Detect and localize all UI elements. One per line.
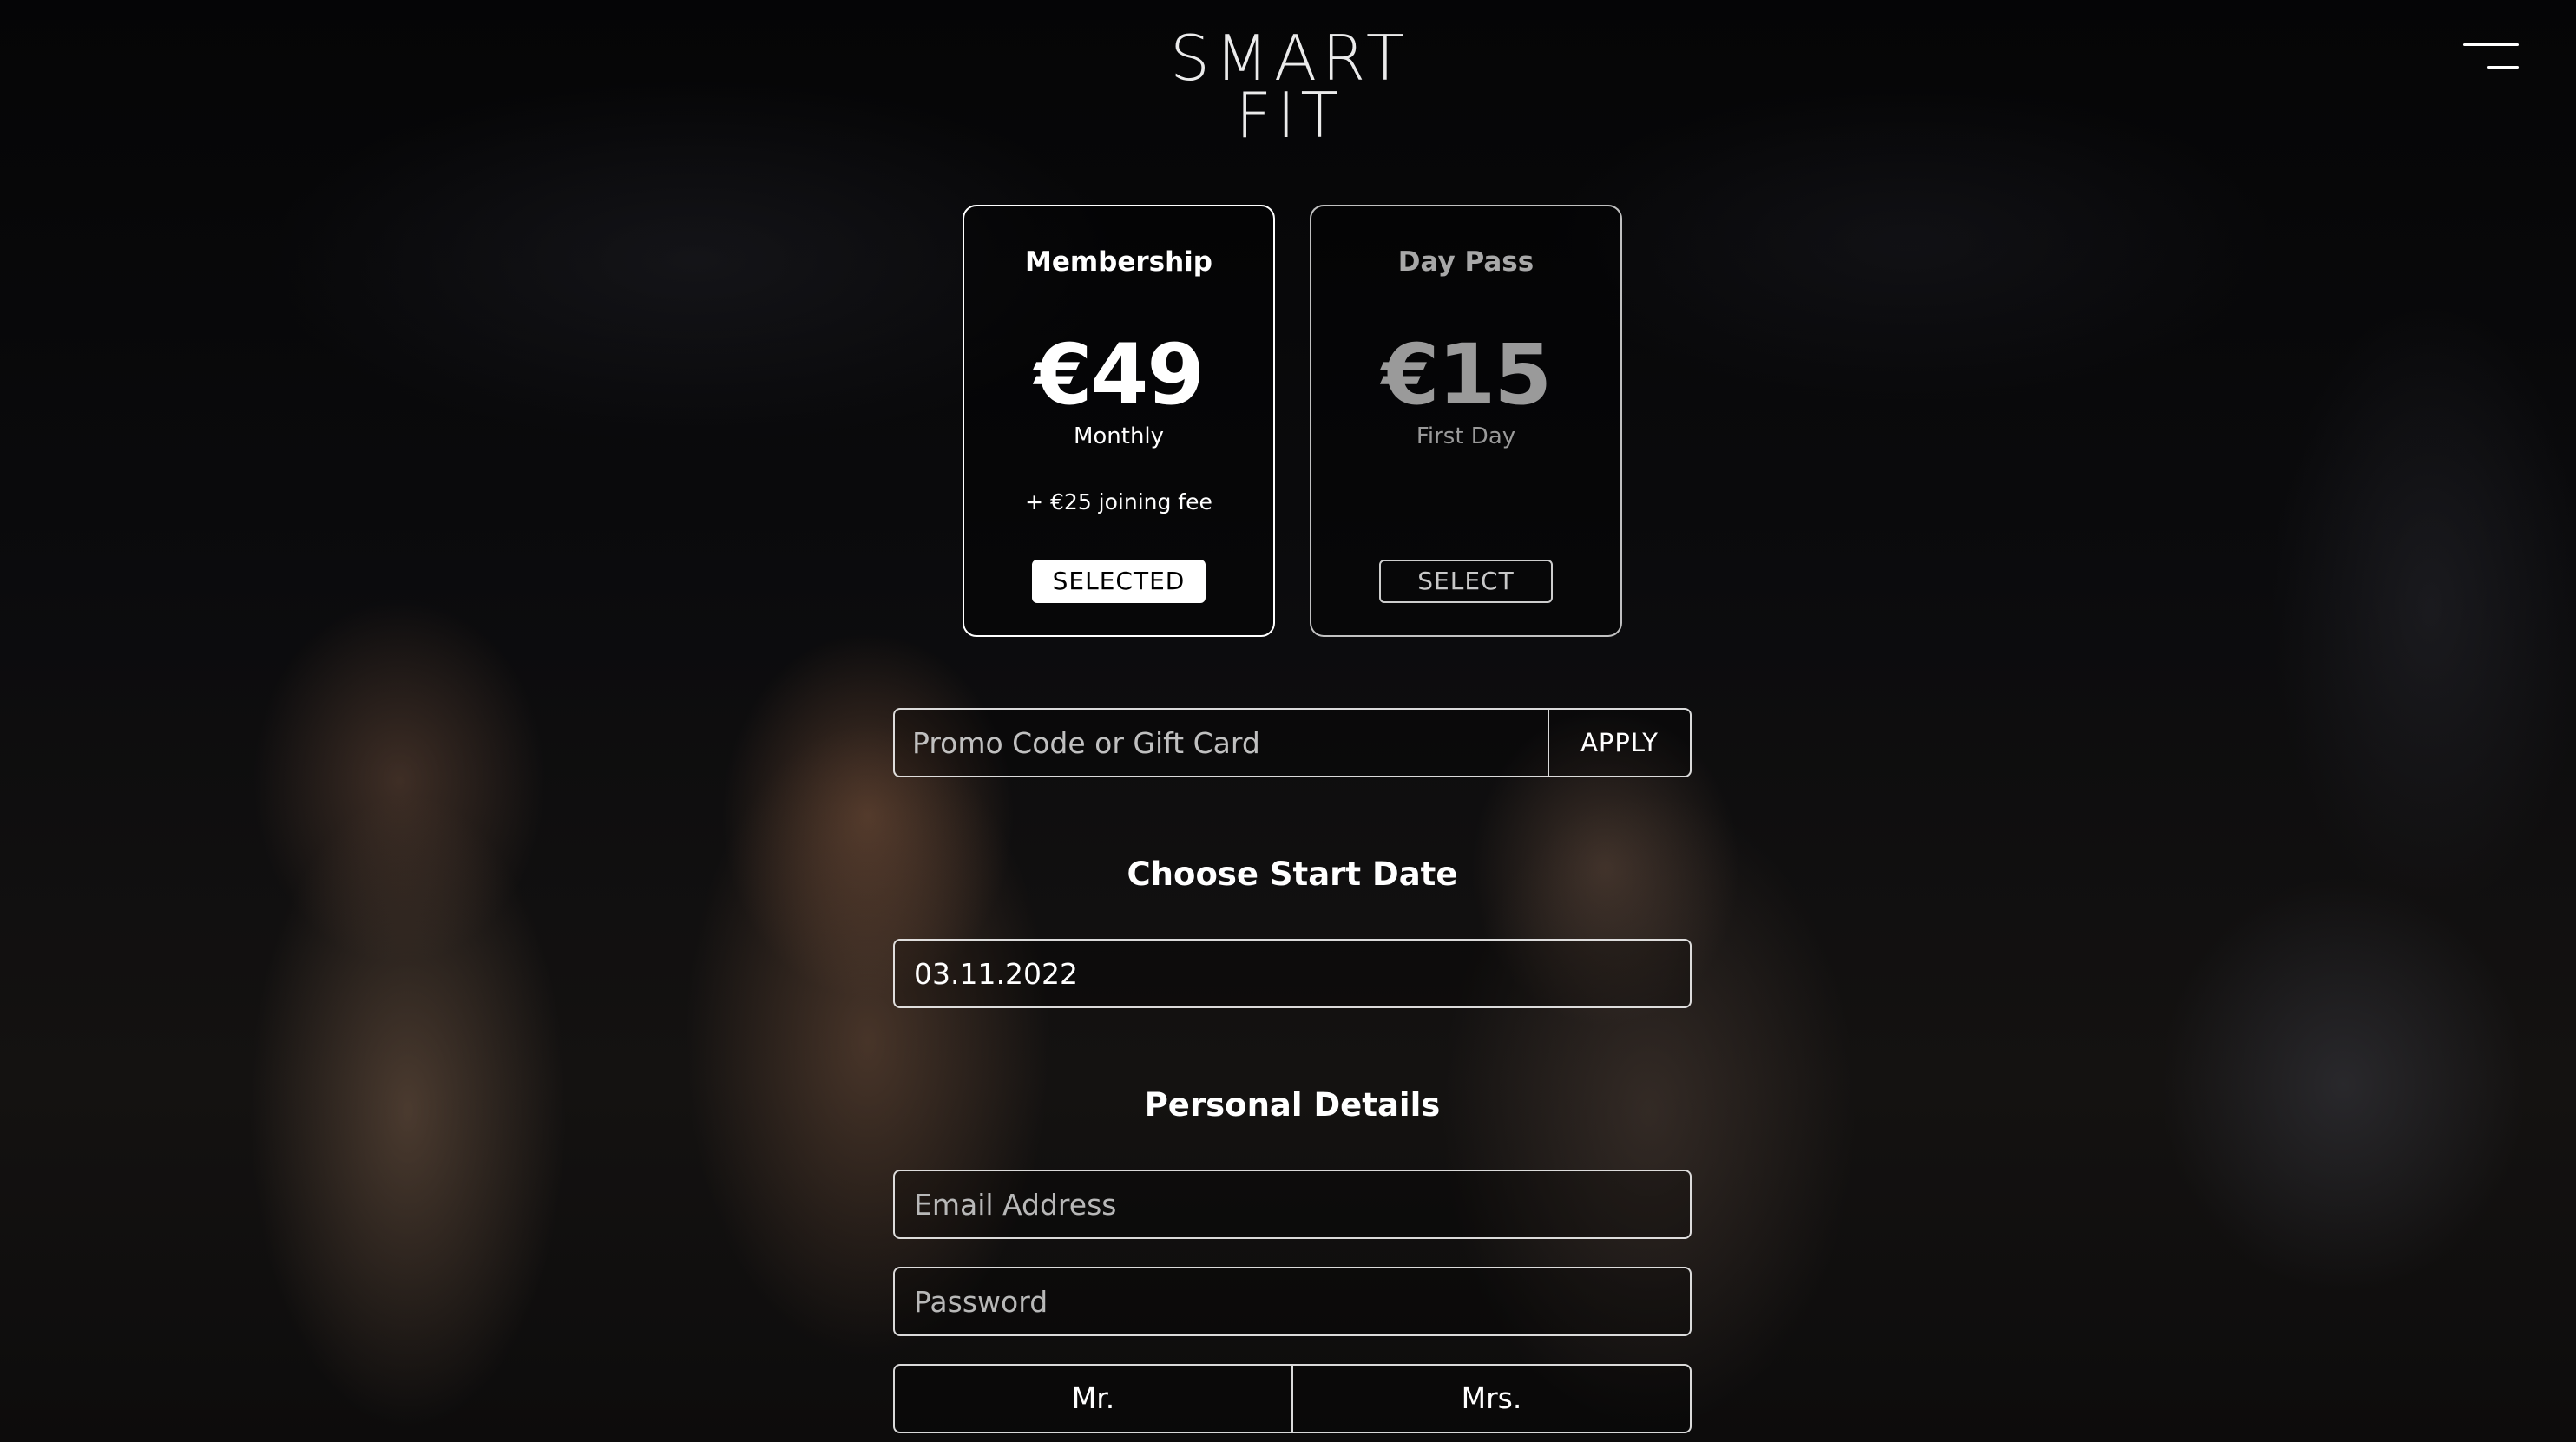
plan-selected-button[interactable]: SELECTED [1032,560,1206,603]
plan-period: Monthly [1073,423,1165,449]
password-field[interactable] [893,1267,1692,1336]
plan-title: Membership [1024,246,1213,278]
plan-period: First Day [1416,423,1516,449]
plan-price: €49 [1034,326,1205,423]
plan-card-day-pass[interactable]: Day Pass €15 First Day SELECT [1310,205,1622,637]
apply-promo-button[interactable]: APPLY [1548,710,1690,776]
plan-card-membership[interactable]: Membership €49 Monthly + €25 joining fee… [963,205,1275,637]
hamburger-menu-button[interactable] [2463,40,2519,75]
plan-select-button[interactable]: SELECT [1379,560,1553,603]
plan-price: €15 [1381,326,1552,423]
promo-code-group: APPLY [893,708,1692,777]
promo-code-input[interactable] [895,710,1548,776]
smart-fit-logo[interactable]: SMART FIT [1128,27,1451,147]
plan-title: Day Pass [1397,246,1534,278]
menu-icon-line-bottom [2487,66,2519,69]
plan-joining-fee: + €25 joining fee [1025,489,1212,515]
start-date-heading: Choose Start Date [1127,855,1458,893]
email-field[interactable] [893,1170,1692,1239]
salutation-selector: Mr. Mrs. [893,1364,1692,1433]
personal-details-heading: Personal Details [1144,1086,1441,1124]
salutation-option-mrs[interactable]: Mrs. [1291,1366,1690,1432]
menu-icon-line-top [2463,43,2519,46]
start-date-input[interactable] [893,939,1692,1008]
salutation-option-mr[interactable]: Mr. [895,1366,1291,1432]
